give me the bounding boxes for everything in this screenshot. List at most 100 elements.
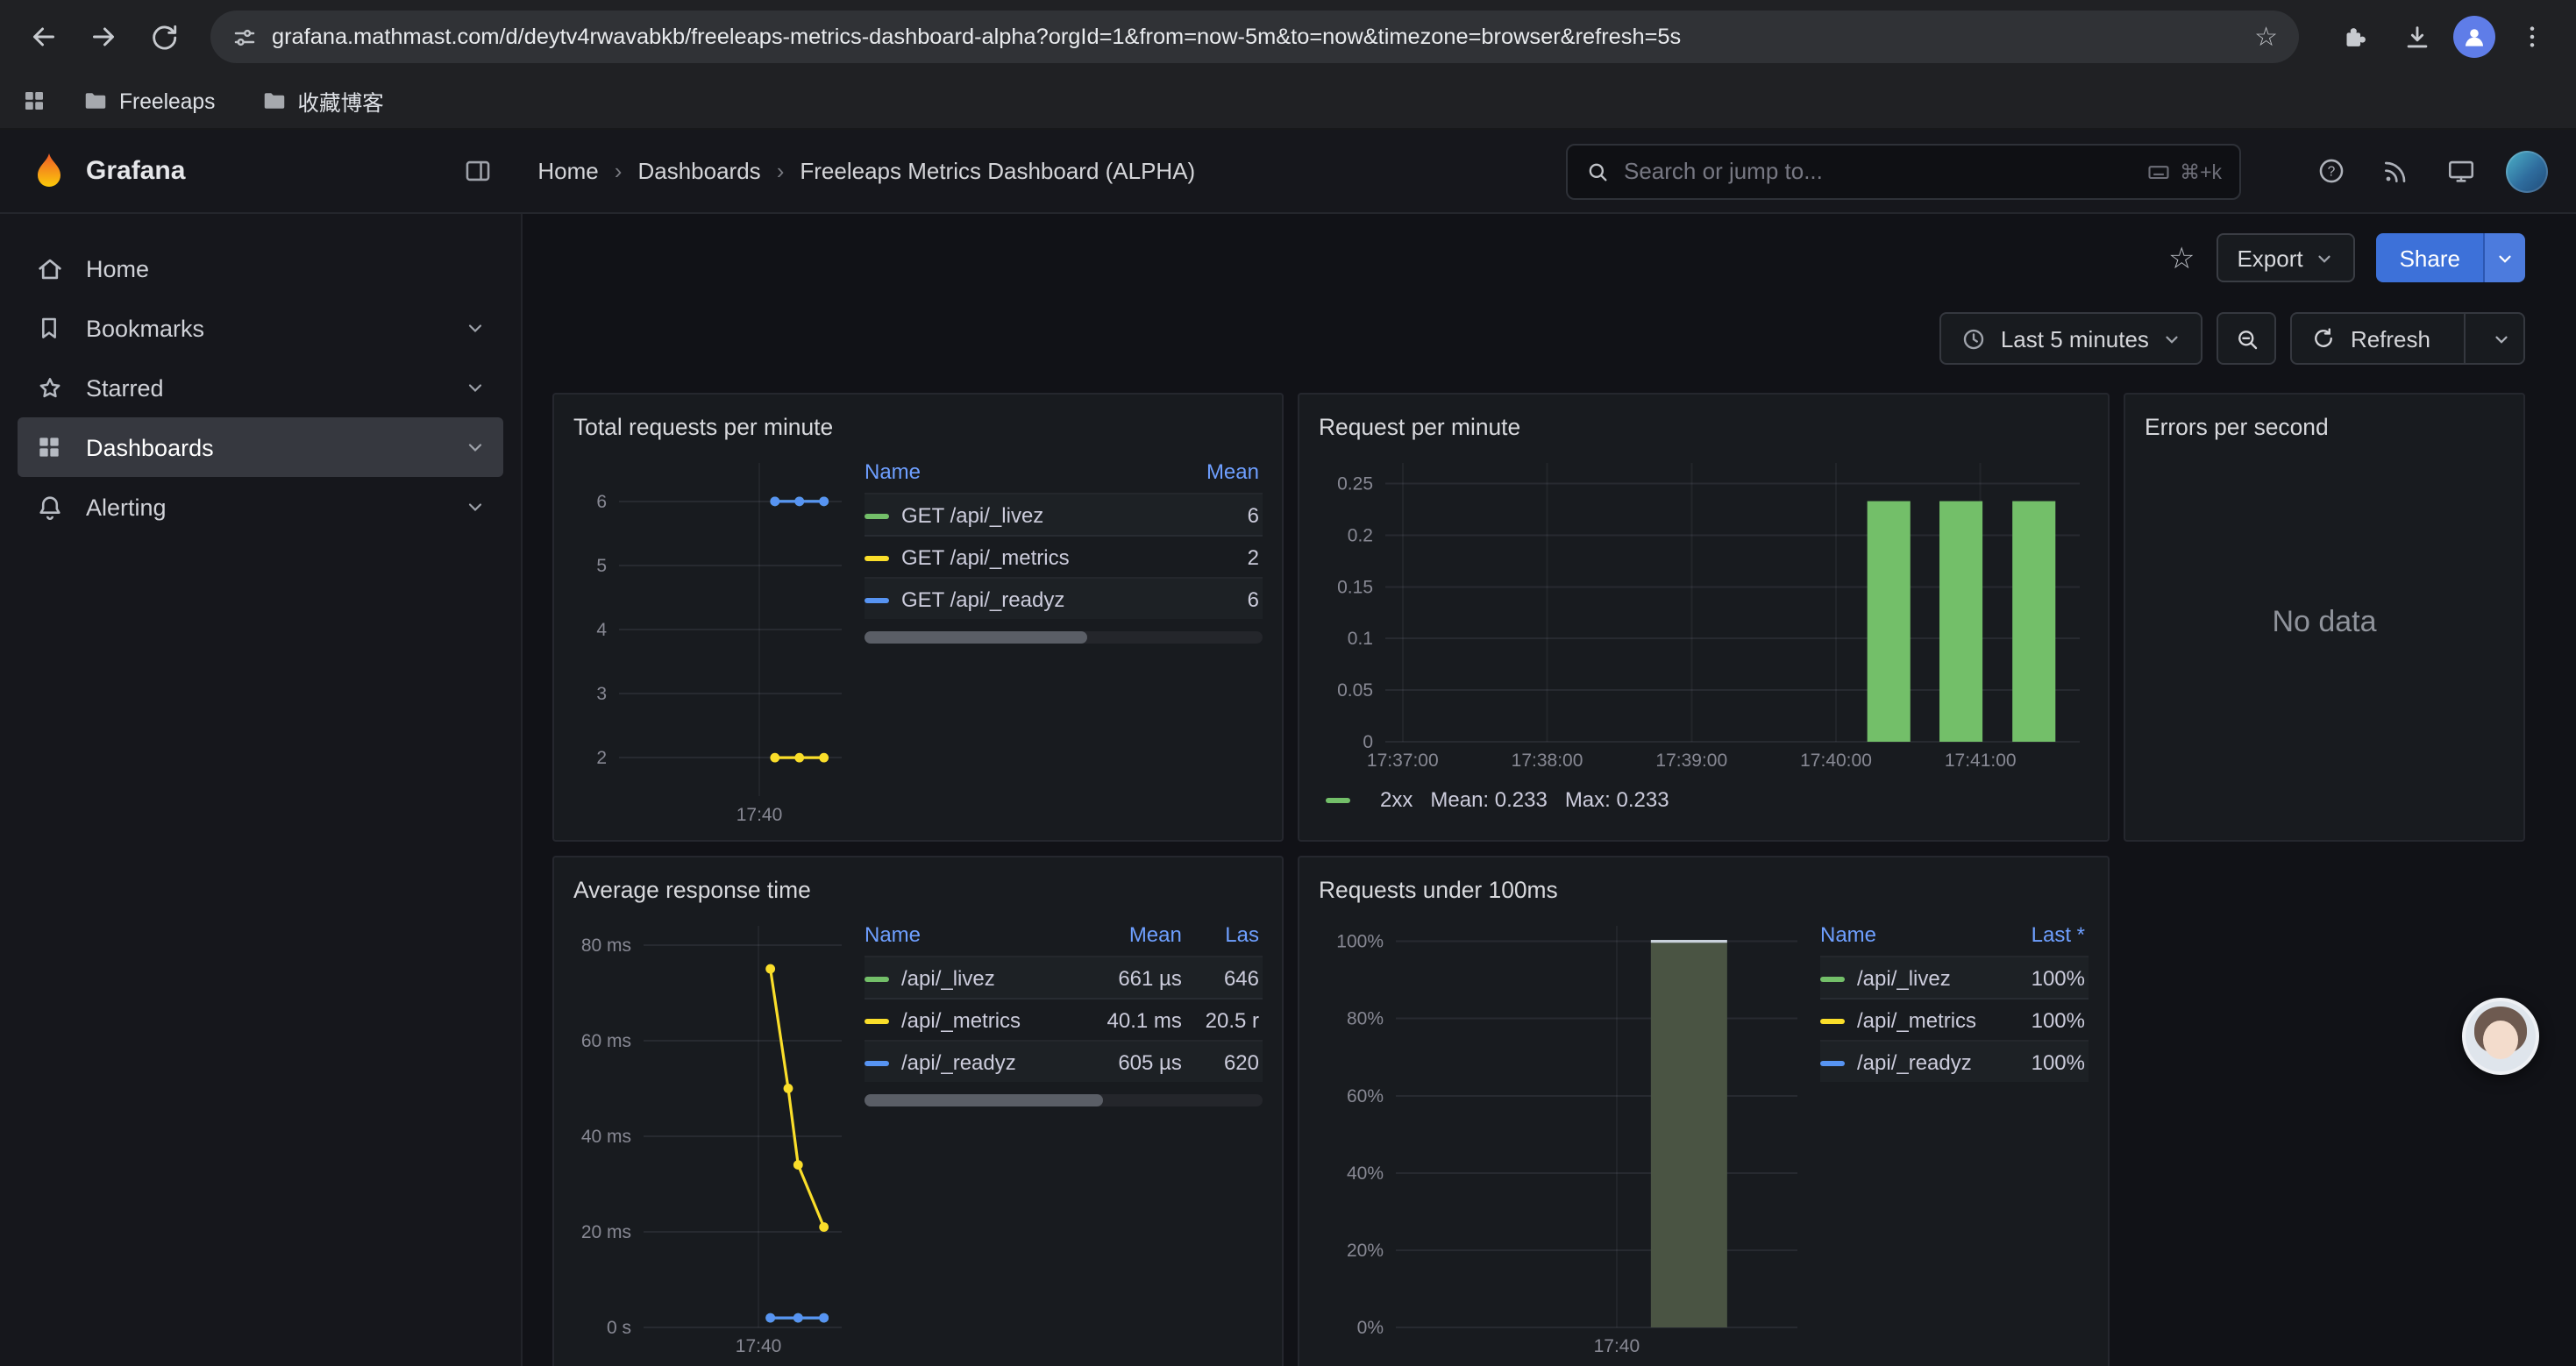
chevron-down-icon[interactable] [465,496,486,517]
panel-title[interactable]: Request per minute [1319,409,2089,447]
timeseries-chart[interactable]: 80 ms60 ms40 ms20 ms0 s17:40 [573,914,850,1359]
sidebar-item-bookmarks[interactable]: Bookmarks [18,298,503,358]
time-range-picker[interactable]: Last 5 minutes [1939,312,2203,365]
bookmark-freeleaps[interactable]: Freeleaps [72,82,225,119]
chevron-down-icon[interactable] [465,317,486,338]
series-name[interactable]: GET /api/_livez [901,502,1043,527]
user-avatar[interactable] [2506,150,2548,192]
legend-column-header[interactable]: Las [1185,917,1263,957]
share-dropdown-icon[interactable] [2483,233,2525,282]
browser-menu-kebab-icon[interactable] [2506,11,2558,63]
sidebar-item-label: Dashboards [86,434,214,460]
legend-table[interactable]: NameLast */api/_livez100%/api/_metrics10… [1820,917,2089,1359]
legend-table[interactable]: NameMeanLas/api/_livez661 µs646/api/_met… [865,917,1263,1359]
search-input[interactable]: Search or jump to... ⌘+k [1566,143,2241,199]
svg-text:17:40:00: 17:40:00 [1800,751,1872,771]
legend-column-header[interactable]: Name [865,917,1079,957]
apps-grid-icon[interactable] [21,88,47,114]
share-button[interactable]: Share [2377,233,2525,282]
legend-row[interactable]: GET /api/_metrics2 [865,536,1263,578]
folder-icon [260,88,287,114]
site-settings-icon[interactable] [231,24,258,50]
zoom-out-icon[interactable] [2217,312,2277,365]
refresh-interval-dropdown[interactable] [2480,314,2523,363]
breadcrumb-dashboards[interactable]: Dashboards [637,158,760,184]
series-name[interactable]: /api/_metrics [901,1007,1021,1032]
series-label[interactable]: 2xx [1380,787,1413,812]
legend[interactable]: 2xx Mean: 0.233 Max: 0.233 [1319,787,2089,812]
legend-row[interactable]: /api/_metrics100% [1820,999,2089,1041]
series-name[interactable]: /api/_livez [1857,965,1951,990]
breadcrumb-home[interactable]: Home [537,158,598,184]
bookmark-star-icon[interactable]: ☆ [2254,21,2278,53]
bookmark-blog-folder[interactable]: 收藏博客 [250,80,394,122]
assistant-avatar[interactable] [2462,998,2539,1075]
legend-scrollbar[interactable] [865,1094,1263,1106]
svg-text:0.15: 0.15 [1337,577,1373,597]
series-color-swatch [1820,977,1845,982]
bar-chart[interactable]: 0.250.20.150.10.05017:37:0017:38:0017:39… [1319,451,2089,773]
svg-text:100%: 100% [1336,932,1384,952]
refresh-button[interactable]: Refresh [2291,312,2525,365]
panel-title[interactable]: Requests under 100ms [1319,872,2089,910]
panel-title[interactable]: Errors per second [2145,409,2504,447]
dashboard-actions: ☆ Export Share [523,231,2525,284]
display-icon[interactable] [2436,146,2485,196]
extensions-icon[interactable] [2327,11,2380,63]
help-icon[interactable]: ? [2306,146,2355,196]
scrollbar-thumb[interactable] [865,631,1087,644]
legend-column-header[interactable]: Name [865,454,1178,494]
sidebar-item-alerting[interactable]: Alerting [18,477,503,537]
series-name[interactable]: /api/_metrics [1857,1007,1976,1032]
chevron-down-icon[interactable] [465,437,486,458]
clock-icon [1960,325,1987,352]
sidebar-item-label: Bookmarks [86,315,204,341]
legend-column-header[interactable]: Last * [2017,917,2089,957]
export-button[interactable]: Export [2216,233,2355,282]
panel-title[interactable]: Total requests per minute [573,409,1263,447]
forward-button[interactable] [77,11,130,63]
bar-chart[interactable]: 100%80%60%40%20%0%17:40 [1319,914,1806,1359]
legend-row[interactable]: GET /api/_readyz6 [865,578,1263,619]
series-color-swatch [865,977,889,982]
legend-row[interactable]: /api/_livez661 µs646 [865,957,1263,999]
legend-row[interactable]: GET /api/_livez6 [865,494,1263,536]
legend-column-header[interactable]: Mean [1079,917,1185,957]
favorite-star-icon[interactable]: ☆ [2168,243,2195,273]
legend-row[interactable]: /api/_livez100% [1820,957,2089,999]
reload-button[interactable] [137,11,189,63]
legend-row[interactable]: /api/_metrics40.1 ms20.5 r [865,999,1263,1041]
chart-svg: 0.250.20.150.10.05017:37:0017:38:0017:39… [1319,451,2089,773]
legend-column-header[interactable]: Name [1820,917,2017,957]
series-name[interactable]: /api/_livez [901,965,995,990]
series-name[interactable]: GET /api/_metrics [901,544,1070,569]
scrollbar-thumb[interactable] [865,1094,1103,1106]
chevron-down-icon[interactable] [465,377,486,398]
bookmark-icon [35,314,67,342]
refresh-main[interactable]: Refresh [2293,314,2450,363]
download-icon[interactable] [2390,11,2443,63]
news-rss-icon[interactable] [2371,146,2420,196]
legend-row[interactable]: /api/_readyz605 µs620 [865,1041,1263,1082]
grafana-logo-icon[interactable] [28,150,70,192]
legend-scrollbar[interactable] [865,631,1263,644]
legend-row[interactable]: /api/_readyz100% [1820,1041,2089,1082]
svg-text:60%: 60% [1347,1086,1384,1106]
series-name[interactable]: /api/_readyz [901,1049,1016,1074]
sidebar-item-home[interactable]: Home [18,238,503,298]
browser-profile-avatar[interactable] [2453,16,2495,58]
series-name[interactable]: GET /api/_readyz [901,587,1064,611]
legend-table[interactable]: NameMeanGET /api/_livez6GET /api/_metric… [865,454,1263,828]
url-bar[interactable]: grafana.mathmast.com/d/deytv4rwavabkb/fr… [210,11,2299,63]
sidebar-item-starred[interactable]: Starred [18,358,503,417]
timeseries-chart[interactable]: 6543217:40 [573,451,850,828]
series-name[interactable]: /api/_readyz [1857,1049,1972,1074]
series-color-swatch [865,598,889,603]
sidebar-item-dashboards[interactable]: Dashboards [18,417,503,477]
legend-column-header[interactable]: Mean [1178,454,1263,494]
back-button[interactable] [18,11,70,63]
sidebar-toggle-icon[interactable] [462,156,492,186]
panel-title[interactable]: Average response time [573,872,1263,910]
url-text[interactable]: grafana.mathmast.com/d/deytv4rwavabkb/fr… [272,25,2240,49]
share-label[interactable]: Share [2377,233,2483,282]
